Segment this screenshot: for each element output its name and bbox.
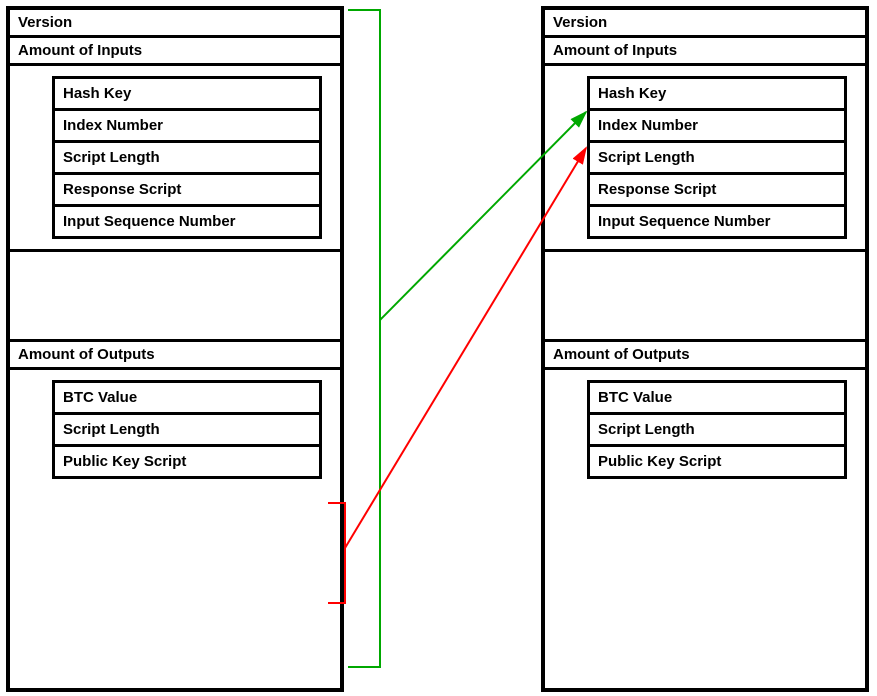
index-number-right: Index Number [590,111,844,143]
input-sequence-number-left: Input Sequence Number [55,207,319,236]
amount-outputs-row-right: Amount of Outputs [545,342,865,370]
outputs-section-left: BTC Value Script Length Public Key Scrip… [10,380,340,509]
hash-key-left: Hash Key [55,79,319,111]
spacer-left [10,252,340,342]
inputs-section-right: Hash Key Index Number Script Length Resp… [545,76,865,252]
response-script-left: Response Script [55,175,319,207]
spacer-right [545,252,865,342]
input-box-left: Hash Key Index Number Script Length Resp… [52,76,322,239]
script-length-output-right: Script Length [590,415,844,447]
output-box-right: BTC Value Script Length Public Key Scrip… [587,380,847,479]
btc-value-left: BTC Value [55,383,319,415]
script-length-left: Script Length [55,143,319,175]
public-key-script-left: Public Key Script [55,447,319,476]
version-row-right: Version [545,10,865,38]
inputs-section-left: Hash Key Index Number Script Length Resp… [10,76,340,252]
index-number-left: Index Number [55,111,319,143]
amount-inputs-row-left: Amount of Inputs [10,38,340,66]
public-key-script-right: Public Key Script [590,447,844,476]
input-sequence-number-right: Input Sequence Number [590,207,844,236]
transaction-right: Version Amount of Inputs Hash Key Index … [541,6,869,692]
btc-value-right: BTC Value [590,383,844,415]
hash-key-right: Hash Key [590,79,844,111]
green-bracket [348,10,380,667]
amount-inputs-row-right: Amount of Inputs [545,38,865,66]
outputs-section-right: BTC Value Script Length Public Key Scrip… [545,380,865,509]
amount-outputs-row-left: Amount of Outputs [10,342,340,370]
script-length-output-left: Script Length [55,415,319,447]
response-script-right: Response Script [590,175,844,207]
version-row-left: Version [10,10,340,38]
transaction-left: Version Amount of Inputs Hash Key Index … [6,6,344,692]
input-box-right: Hash Key Index Number Script Length Resp… [587,76,847,239]
output-box-left: BTC Value Script Length Public Key Scrip… [52,380,322,479]
script-length-right: Script Length [590,143,844,175]
